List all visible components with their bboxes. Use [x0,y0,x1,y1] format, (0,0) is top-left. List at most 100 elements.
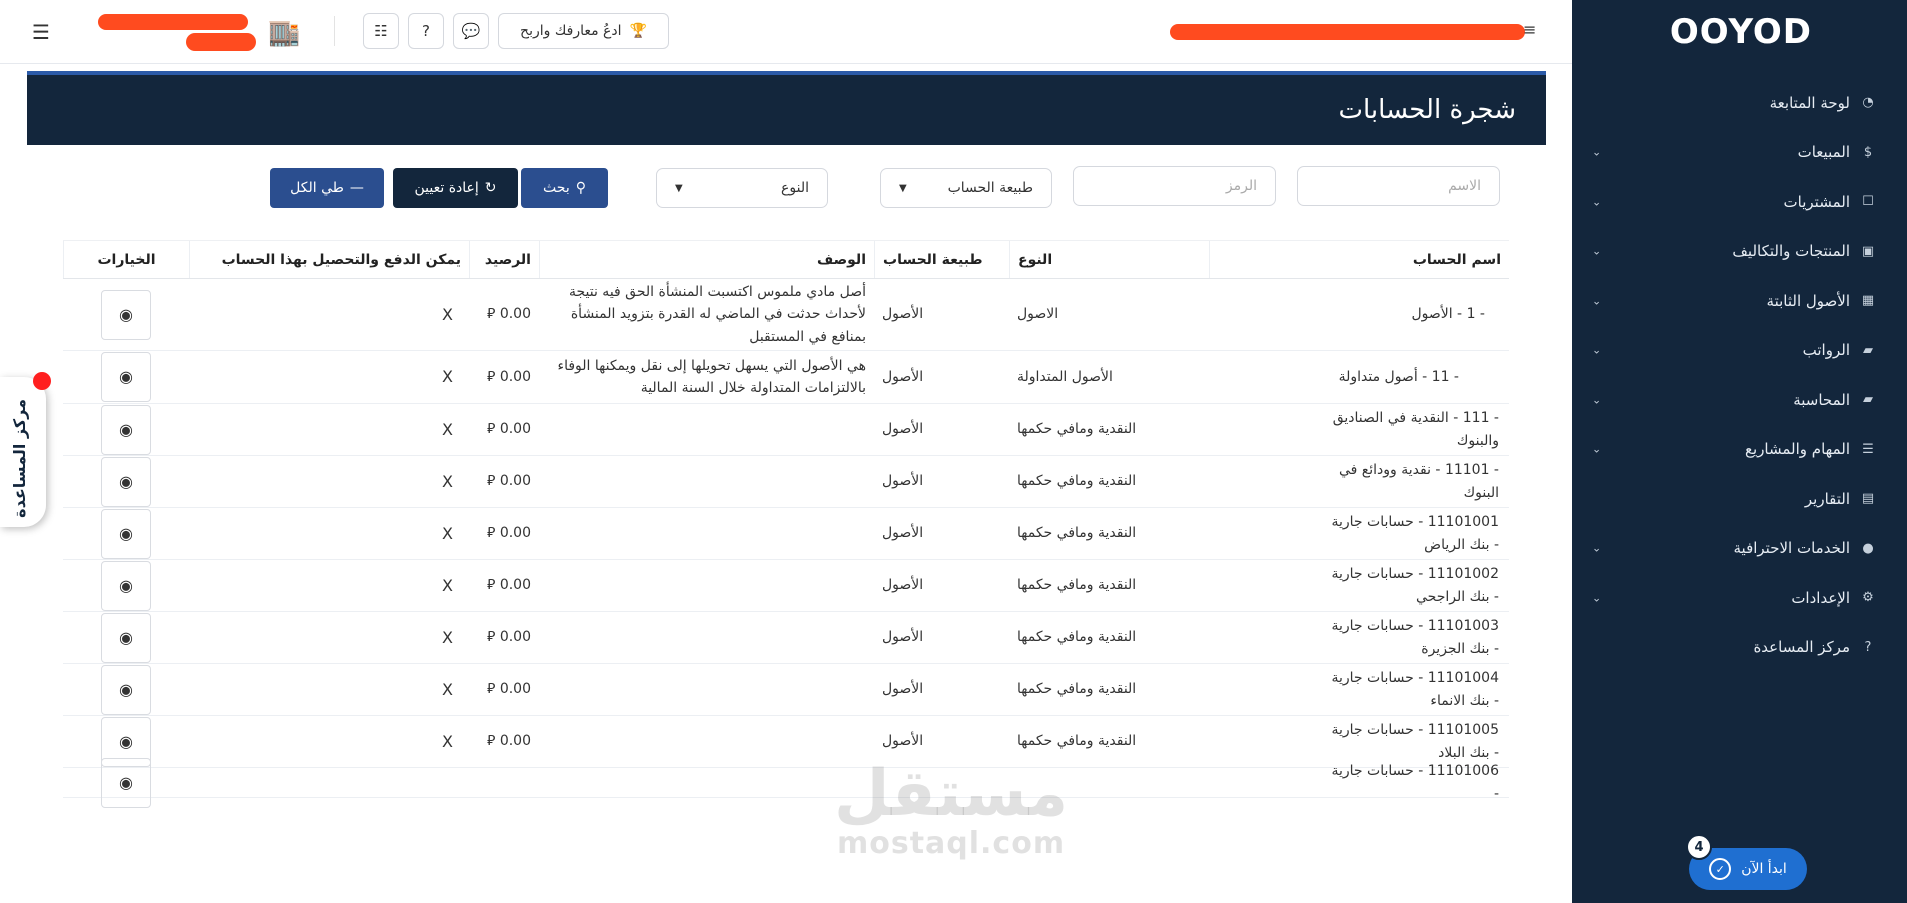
sidebar-item-7[interactable]: ☰ المهام والمشاريع ⌄ [1572,425,1907,475]
search-button[interactable]: ⚲ بحث [521,168,608,208]
close-icon: X [442,627,453,647]
view-button[interactable]: ◉ [101,612,151,663]
chevron-down-icon[interactable]: ⌄ [1592,344,1601,357]
store-icon[interactable]: 🏬 [268,18,300,48]
view-button[interactable]: ◉ [101,352,151,402]
payable-cell: X [189,404,469,455]
chat-button[interactable]: 💬 [453,13,489,49]
help-center-tab[interactable]: مركز المساعدة [0,377,46,527]
sidebar-item-label: المبيعات [1797,143,1850,162]
account-type: النقدية ومافي حكمها [1017,525,1137,542]
payable-cell: X [189,664,469,715]
chevron-down-icon[interactable]: ⌄ [1592,542,1601,555]
table-row: 11101001 - حسابات جارية - بنك الرياض النق… [63,508,1509,560]
account-description [539,768,874,797]
page-title: شجرة الحسابات [1338,95,1516,125]
sidebar-item-11[interactable]: ? مركز المساعدة [1572,623,1907,673]
eye-icon: ◉ [119,772,133,792]
account-name[interactable]: 11101006 - حسابات جارية - [1329,760,1499,805]
code-filter-input[interactable]: الرمز [1073,166,1276,206]
table-row: 11101005 - حسابات جارية - بنك البلاد النق… [63,716,1509,768]
name-filter-input[interactable]: الاسم [1297,166,1500,206]
account-description [539,612,874,663]
options-cell: ◉ [63,456,189,507]
menu-icon[interactable]: ☰ [32,20,50,44]
account-name[interactable]: 11101002 - حسابات جارية - بنك الراجحي [1329,563,1499,608]
account-nature: الأصول [882,577,924,594]
chevron-down-icon[interactable]: ⌄ [1592,245,1601,258]
watermark-latin: mostaql.com [836,826,1066,861]
chevron-down-icon[interactable]: ⌄ [1592,443,1601,456]
view-button[interactable]: ◉ [101,456,151,507]
account-balance: 0.00 ⃁ [487,629,531,646]
account-nature: الأصول [882,473,924,490]
options-cell: ◉ [63,279,189,350]
sidebar-item-5[interactable]: ▰ الرواتب ⌄ [1572,326,1907,376]
account-name[interactable]: - 111 - النقدية في الصناديق والبنوك [1329,407,1499,452]
account-name[interactable]: 11101005 - حسابات جارية - بنك البلاد [1329,719,1499,764]
account-balance: 0.00 ⃁ [487,733,531,750]
sidebar-item-label: الأصول الثابتة [1766,291,1850,310]
table-header: اسم الحساب النوع طبيعة الحساب الوصف الرص… [63,240,1509,279]
account-name[interactable]: 11101004 - حسابات جارية - بنك الانماء [1329,667,1499,712]
account-name[interactable]: 11101003 - حسابات جارية - بنك الجزيرة [1329,615,1499,660]
account-description [539,508,874,559]
account-type: النقدية ومافي حكمها [1017,577,1137,594]
refresh-icon: ↻ [484,180,497,196]
eye-icon: ◉ [119,575,133,595]
sidebar-item-1[interactable]: $ المبيعات ⌄ [1572,128,1907,178]
account-nature: الأصول [882,368,924,385]
chevron-down-icon[interactable]: ⌄ [1592,146,1601,159]
nature-select[interactable]: طبيعة الحساب ▼ [880,168,1052,208]
checklist-button[interactable]: ☷ [363,13,399,49]
chevron-down-icon[interactable]: ⌄ [1592,294,1601,307]
account-name-cell: 11101003 - حسابات جارية - بنك الجزيرة [1209,612,1509,663]
account-type: النقدية ومافي حكمها [1017,629,1137,646]
reset-button[interactable]: ↻ إعادة تعيين [393,168,518,208]
sidebar-item-label: الرواتب [1802,341,1850,360]
sidebar-item-9[interactable]: ● الخدمات الاحترافية ⌄ [1572,524,1907,574]
table-row: 11101002 - حسابات جارية - بنك الراجحي الن… [63,560,1509,612]
help-button[interactable]: ? [408,13,444,49]
account-nature: الأصول [882,306,924,323]
account-name[interactable]: - 11 - أصول متداولة [1339,366,1459,388]
account-type: الاصول [1017,306,1059,323]
sidebar-item-3[interactable]: ▣ المنتجات والتكاليف ⌄ [1572,227,1907,277]
question-icon: ? [422,22,430,40]
sidebar-item-2[interactable]: ☐ المشتريات ⌄ [1572,177,1907,227]
watermark-arabic: مستقل [834,757,1069,831]
header-nature: طبيعة الحساب [874,241,1009,278]
nature-select-label: طبيعة الحساب [947,180,1033,196]
chevron-down-icon[interactable]: ⌄ [1592,591,1601,604]
sidebar-item-0[interactable]: ◔ لوحة المتابعة [1572,78,1907,128]
chevron-down-icon[interactable]: ⌄ [1592,393,1601,406]
payable-cell: X [189,508,469,559]
account-name[interactable]: - 11101 - نقدية وودائع في البنوك [1329,459,1499,504]
collapse-label: طي الكل [290,180,344,196]
sidebar-item-8[interactable]: ▤ التقارير [1572,474,1907,524]
account-type: الأصول المتداولة [1017,368,1113,385]
sidebar-item-4[interactable]: ▦ الأصول الثابتة ⌄ [1572,276,1907,326]
invite-button[interactable]: 🏆 ادعُ معارفك واربح [498,13,669,49]
options-cell: ◉ [63,612,189,663]
sidebar-item-10[interactable]: ⚙ الإعدادات ⌄ [1572,573,1907,623]
view-button[interactable]: ◉ [101,508,151,559]
sidebar: OOYOD ◔ لوحة المتابعة $ المبيعات ⌄ ☐ المشتريات… [1572,0,1907,903]
account-nature: الأصول [882,525,924,542]
type-select[interactable]: النوع ▼ [656,168,828,208]
folder-icon: ▰ [1863,392,1873,408]
account-name[interactable]: 11101001 - حسابات جارية - بنك الرياض [1329,511,1499,556]
redacted-company-name [98,14,248,30]
chevron-down-icon[interactable]: ⌄ [1592,195,1601,208]
close-icon: X [442,523,453,543]
sidebar-item-6[interactable]: ▰ المحاسبة ⌄ [1572,375,1907,425]
view-button[interactable]: ◉ [101,664,151,715]
caret-down-icon: ▼ [675,182,683,194]
collapse-all-button[interactable]: — طي الكل [270,168,384,208]
account-name[interactable]: - 1 - الأصول [1411,303,1485,325]
view-button[interactable]: ◉ [101,404,151,455]
view-button[interactable]: ◉ [101,560,151,611]
sidebar-toggle-icon[interactable]: ≡ [1523,20,1536,39]
view-button[interactable]: ◉ [101,757,151,808]
view-button[interactable]: ◉ [101,289,151,340]
